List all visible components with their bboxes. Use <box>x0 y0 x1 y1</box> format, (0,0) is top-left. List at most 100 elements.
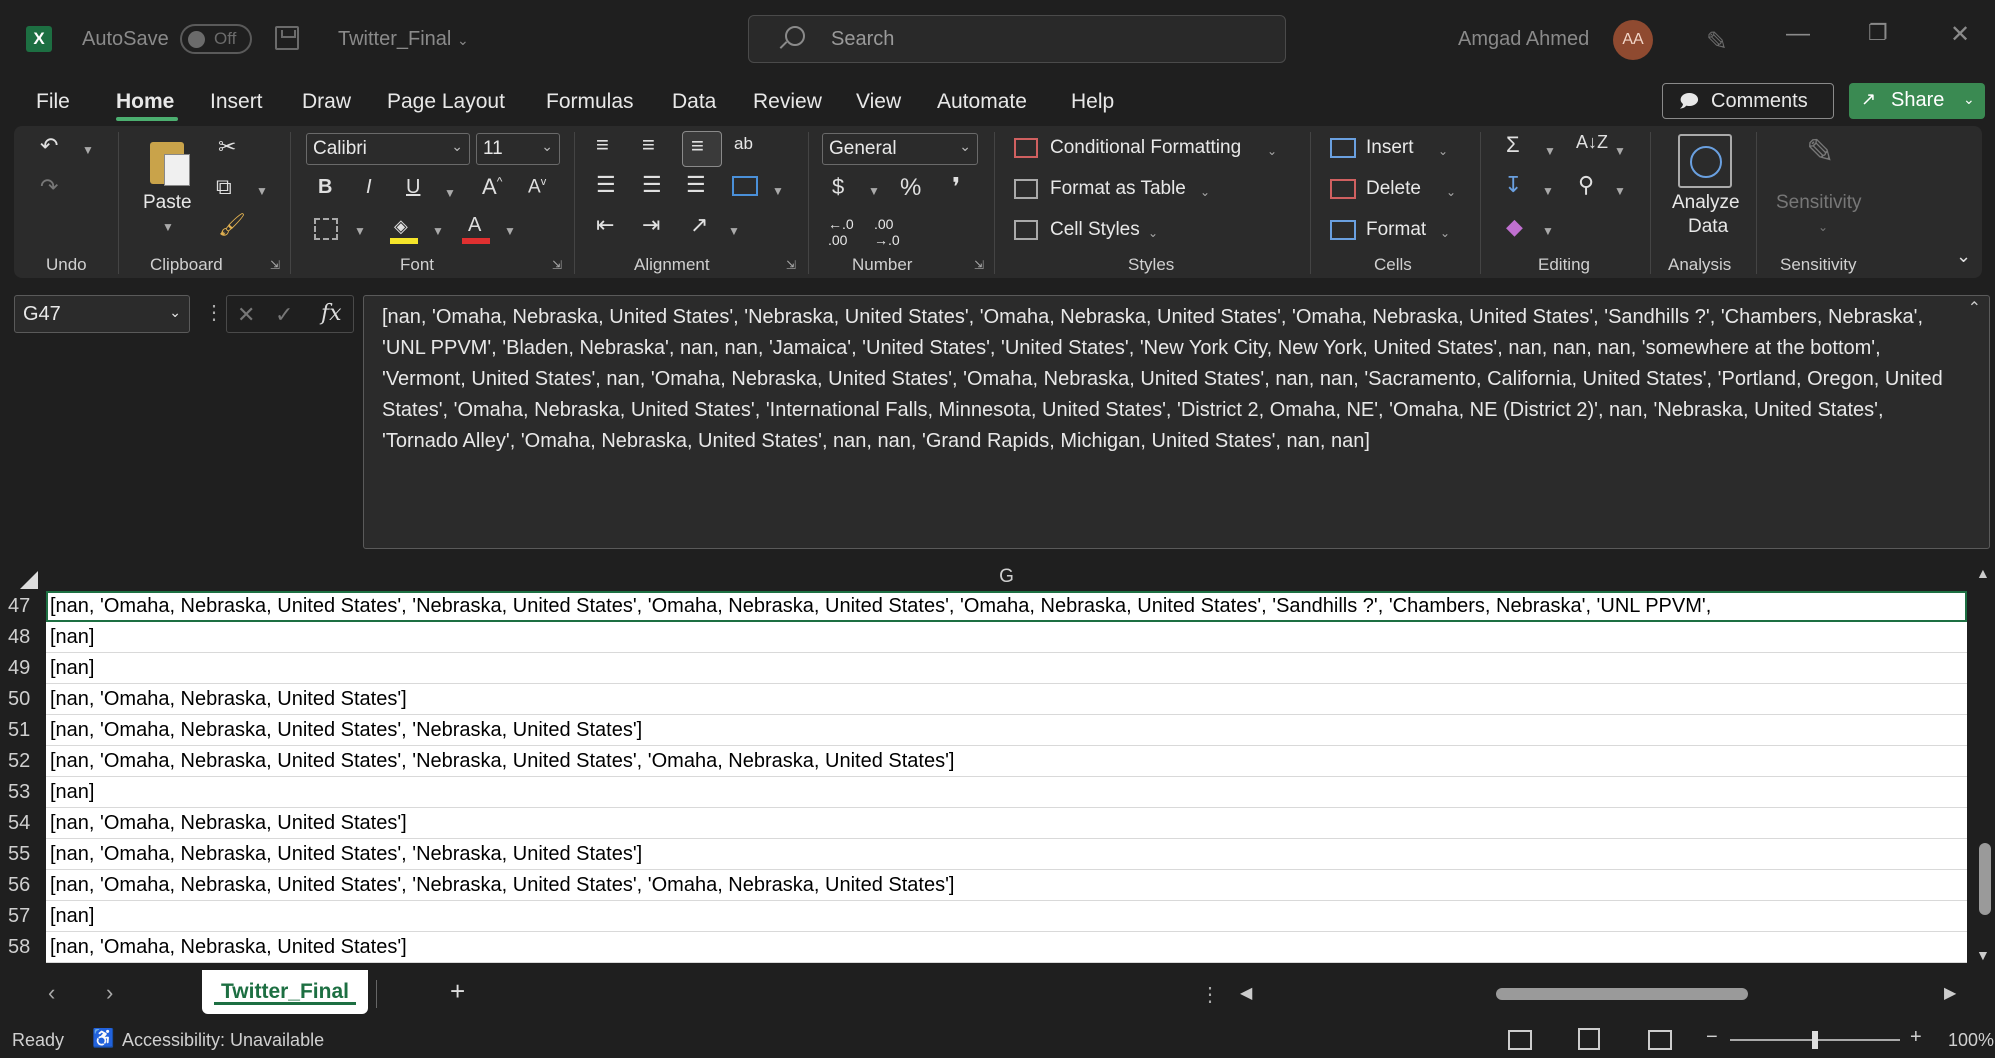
collapse-ribbon-icon[interactable]: ⌄ <box>1956 246 1971 267</box>
autosum-icon[interactable]: Σ <box>1506 132 1520 158</box>
undo-dropdown-icon[interactable]: ▼ <box>82 143 94 157</box>
cell-g53[interactable]: [nan] <box>46 777 1967 808</box>
row-number[interactable]: 49 <box>0 653 46 684</box>
cell-g47[interactable]: [nan, 'Omaha, Nebraska, United States', … <box>46 591 1967 622</box>
increase-indent-icon[interactable]: ⇥ <box>642 212 660 238</box>
underline-dropdown-icon[interactable]: ▼ <box>444 186 456 200</box>
row-number[interactable]: 58 <box>0 932 46 963</box>
orientation-icon[interactable]: ↗ <box>690 212 708 238</box>
enter-icon[interactable]: ✓ <box>275 302 293 328</box>
align-center-icon[interactable]: ☰ <box>642 172 662 198</box>
sheet-tab-twitter-final[interactable]: Twitter_Final <box>202 970 368 1014</box>
more-options-icon[interactable]: ⋮ <box>1200 982 1220 1007</box>
row-number[interactable]: 53 <box>0 777 46 808</box>
horizontal-scroll-thumb[interactable] <box>1496 988 1748 1000</box>
scroll-left-icon[interactable]: ◀ <box>1240 983 1252 1003</box>
save-icon[interactable] <box>275 26 299 50</box>
cell-g56[interactable]: [nan, 'Omaha, Nebraska, United States', … <box>46 870 1967 901</box>
zoom-level[interactable]: 100% <box>1948 1030 1994 1051</box>
pen-icon[interactable]: ✎ <box>1706 26 1728 57</box>
vertical-scroll-thumb[interactable] <box>1979 843 1991 915</box>
scroll-right-icon[interactable]: ▶ <box>1944 983 1956 1003</box>
collapse-formula-icon[interactable]: ⌃ <box>1968 298 1981 318</box>
row-number[interactable]: 47 <box>0 591 46 622</box>
increase-decimal-icon[interactable]: ←.0.00 <box>828 216 854 248</box>
avatar[interactable]: AA <box>1613 20 1653 60</box>
decrease-font-icon[interactable]: Av <box>528 176 546 198</box>
align-bottom-button[interactable]: ≡ <box>682 131 722 167</box>
cell-g49[interactable]: [nan] <box>46 653 1967 684</box>
font-color-icon[interactable]: A <box>462 214 490 244</box>
row-number[interactable]: 51 <box>0 715 46 746</box>
tab-page-layout[interactable]: Page Layout <box>387 90 505 114</box>
sort-dropdown-icon[interactable]: ▼ <box>1614 144 1626 158</box>
autosum-dropdown-icon[interactable]: ▼ <box>1544 144 1556 158</box>
number-format-select[interactable]: General ⌄ <box>822 133 978 165</box>
search-box[interactable]: Search <box>748 15 1286 63</box>
column-header-g[interactable]: G <box>46 563 1967 592</box>
cell-g48[interactable]: [nan] <box>46 622 1967 653</box>
page-break-view-icon[interactable] <box>1648 1030 1672 1050</box>
undo-icon[interactable]: ↶ <box>40 133 58 159</box>
redo-icon[interactable]: ↷ <box>40 174 58 200</box>
find-dropdown-icon[interactable]: ▼ <box>1614 184 1626 198</box>
cancel-icon[interactable]: ✕ <box>237 302 255 328</box>
currency-icon[interactable]: $ <box>832 174 844 200</box>
scroll-up-icon[interactable]: ▲ <box>1976 565 1990 581</box>
minimize-icon[interactable]: — <box>1786 20 1810 48</box>
close-icon[interactable]: ✕ <box>1950 20 1970 49</box>
borders-icon[interactable] <box>314 218 338 240</box>
wrap-text-icon[interactable]: ab <box>734 134 753 154</box>
tab-home[interactable]: Home <box>116 90 174 114</box>
cut-icon[interactable]: ✂ <box>218 134 236 160</box>
zoom-out-icon[interactable]: − <box>1706 1026 1718 1049</box>
tab-view[interactable]: View <box>856 90 901 114</box>
font-name-select[interactable]: Calibri ⌄ <box>306 133 470 165</box>
clear-dropdown-icon[interactable]: ▼ <box>1542 224 1554 238</box>
cell-g52[interactable]: [nan, 'Omaha, Nebraska, United States', … <box>46 746 1967 777</box>
comma-style-icon[interactable]: ❜ <box>952 172 960 203</box>
row-number[interactable]: 56 <box>0 870 46 901</box>
row-number[interactable]: 50 <box>0 684 46 715</box>
currency-dropdown-icon[interactable]: ▼ <box>868 184 880 198</box>
row-number[interactable]: 52 <box>0 746 46 777</box>
accessibility-status[interactable]: Accessibility: Unavailable <box>122 1030 324 1051</box>
paste-dropdown-icon[interactable]: ▼ <box>162 220 174 234</box>
orientation-dropdown-icon[interactable]: ▼ <box>728 224 740 238</box>
font-launcher-icon[interactable]: ⇲ <box>552 258 562 272</box>
increase-font-icon[interactable]: A^ <box>482 174 502 200</box>
decrease-indent-icon[interactable]: ⇤ <box>596 212 614 238</box>
format-painter-icon[interactable]: 🖌 <box>218 212 246 238</box>
formula-input[interactable]: [nan, 'Omaha, Nebraska, United States', … <box>363 295 1990 549</box>
fill-color-icon[interactable]: ◈ <box>390 214 418 244</box>
zoom-slider-thumb[interactable] <box>1812 1031 1818 1049</box>
font-color-dropdown-icon[interactable]: ▼ <box>504 224 516 238</box>
sheet-prev-icon[interactable]: ‹ <box>48 980 55 1006</box>
analyze-data-label-2[interactable]: Data <box>1688 216 1728 238</box>
add-sheet-icon[interactable]: + <box>450 976 465 1007</box>
insert-function-icon[interactable]: fx <box>321 301 342 326</box>
cell-g54[interactable]: [nan, 'Omaha, Nebraska, United States'] <box>46 808 1967 839</box>
merge-center-icon[interactable] <box>732 176 758 196</box>
merge-dropdown-icon[interactable]: ▼ <box>772 184 784 198</box>
fill-color-dropdown-icon[interactable]: ▼ <box>432 224 444 238</box>
fill-icon[interactable]: ↧ <box>1504 172 1522 198</box>
fill-dropdown-icon[interactable]: ▼ <box>1542 184 1554 198</box>
row-number[interactable]: 48 <box>0 622 46 653</box>
borders-dropdown-icon[interactable]: ▼ <box>354 224 366 238</box>
autosave-toggle[interactable]: Off <box>180 24 252 54</box>
comments-button[interactable]: 🗩 Comments <box>1662 83 1834 119</box>
tab-review[interactable]: Review <box>753 90 822 114</box>
cell-g58[interactable]: [nan, 'Omaha, Nebraska, United States'] <box>46 932 1967 963</box>
share-button[interactable]: ↗ Share ⌄ <box>1849 83 1985 119</box>
file-name-dropdown[interactable]: Twitter_Final ⌄ <box>338 28 469 51</box>
tab-file[interactable]: File <box>36 90 70 114</box>
copy-dropdown-icon[interactable]: ▼ <box>256 184 268 198</box>
select-all-corner[interactable] <box>0 563 46 591</box>
row-number[interactable]: 54 <box>0 808 46 839</box>
page-layout-view-icon[interactable] <box>1578 1028 1600 1050</box>
copy-icon[interactable]: ⧉ <box>216 174 232 200</box>
align-top-icon[interactable]: ≡ <box>596 132 609 158</box>
tab-insert[interactable]: Insert <box>210 90 263 114</box>
scroll-down-icon[interactable]: ▼ <box>1976 947 1990 963</box>
